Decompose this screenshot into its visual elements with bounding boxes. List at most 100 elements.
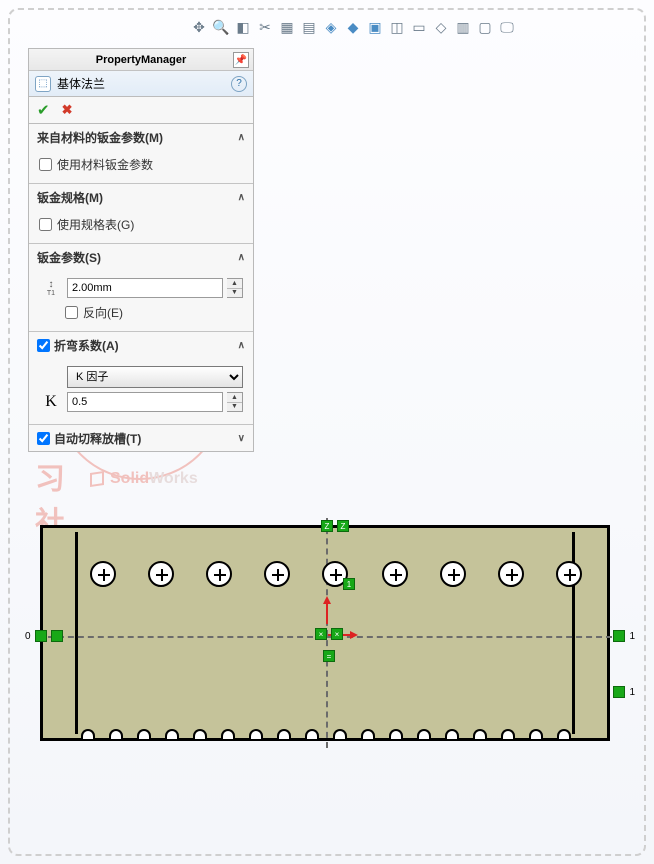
relation-marker[interactable]: 1 <box>343 578 355 590</box>
zoom-icon[interactable]: 🔍 <box>212 18 230 36</box>
relief-notch <box>445 729 459 739</box>
k-factor-spinner[interactable]: ▲▼ <box>227 392 243 412</box>
hole-icon <box>206 561 232 587</box>
relief-notch <box>109 729 123 739</box>
relation-marker[interactable] <box>51 630 63 642</box>
dim-label: 1 <box>629 631 635 642</box>
hole-icon <box>556 561 582 587</box>
section-gauge-title: 钣金规格(M) <box>37 189 103 206</box>
relief-notch <box>249 729 263 739</box>
pin-icon[interactable]: 📌 <box>233 52 249 68</box>
confirm-row: ✔ ✖ <box>29 97 253 124</box>
shaded-icon[interactable]: ◈ <box>322 18 340 36</box>
relief-notch <box>221 729 235 739</box>
section-material-title: 来自材料的钣金参数(M) <box>37 129 163 146</box>
chevron-up-icon: ∧ <box>238 132 245 143</box>
ok-button[interactable]: ✔ <box>37 101 50 119</box>
use-gauge-checkbox[interactable] <box>39 218 52 231</box>
monitor-icon[interactable]: 🖵 <box>498 18 516 36</box>
section-relief: 自动切释放槽(T) ∨ <box>29 425 253 451</box>
hidden-lines-icon[interactable]: ▤ <box>300 18 318 36</box>
relief-notch <box>557 729 571 739</box>
bend-enable-checkbox[interactable] <box>37 339 50 352</box>
use-gauge-checkbox-row[interactable]: 使用规格表(G) <box>39 214 243 235</box>
isometric-icon[interactable]: ◧ <box>234 18 252 36</box>
relief-notch <box>81 729 95 739</box>
cancel-button[interactable]: ✖ <box>62 102 73 118</box>
perspective-icon[interactable]: ▣ <box>366 18 384 36</box>
part-body: Z Z 1 × × = 0 1 1 <box>40 525 610 741</box>
section-gauge-header[interactable]: 钣金规格(M) ∧ <box>29 184 253 210</box>
reverse-label: 反向(E) <box>83 304 123 321</box>
k-factor-input[interactable] <box>67 392 223 412</box>
relief-enable-checkbox[interactable] <box>37 432 50 445</box>
scene-icon[interactable]: ◫ <box>388 18 406 36</box>
relief-notch <box>333 729 347 739</box>
relation-marker[interactable]: Z <box>321 520 333 532</box>
bend-method-select[interactable]: K 因子 <box>67 366 243 388</box>
base-flange-icon: ⬚ <box>35 76 51 92</box>
use-material-checkbox[interactable] <box>39 158 52 171</box>
use-material-checkbox-row[interactable]: 使用材料钣金参数 <box>39 154 243 175</box>
plane-icon[interactable]: ◇ <box>432 18 450 36</box>
render-icon[interactable]: ▥ <box>454 18 472 36</box>
help-icon[interactable]: ? <box>231 76 247 92</box>
section-material-header[interactable]: 来自材料的钣金参数(M) ∧ <box>29 124 253 150</box>
relation-marker[interactable] <box>613 630 625 642</box>
relief-notch <box>473 729 487 739</box>
section-material: 来自材料的钣金参数(M) ∧ 使用材料钣金参数 <box>29 124 253 184</box>
property-manager-title: PropertyManager <box>96 54 186 66</box>
view-toolbar: ✥ 🔍 ◧ ✂ ▦ ▤ ◈ ◆ ▣ ◫ ▭ ◇ ▥ ▢ 🖵 <box>190 18 516 36</box>
use-material-label: 使用材料钣金参数 <box>57 156 153 173</box>
reverse-checkbox[interactable] <box>65 306 78 319</box>
thickness-input[interactable] <box>67 278 223 298</box>
axis-icon[interactable]: ✥ <box>190 18 208 36</box>
relation-marker[interactable]: × <box>331 628 343 640</box>
relief-notch <box>361 729 375 739</box>
section-bend: 折弯系数(A) ∧ K 因子 K ▲▼ <box>29 332 253 425</box>
k-factor-row: K ▲▼ <box>39 392 243 412</box>
feature-title-row: ⬚ 基体法兰 ? <box>29 71 253 97</box>
relief-notch <box>277 729 291 739</box>
k-label: K <box>39 393 63 411</box>
camera-icon[interactable]: ▭ <box>410 18 428 36</box>
relation-marker[interactable] <box>35 630 47 642</box>
hole-icon <box>264 561 290 587</box>
use-gauge-label: 使用规格表(G) <box>57 216 134 233</box>
dim-label: 0 <box>25 631 31 642</box>
thickness-icon: ↕T1 <box>39 279 63 297</box>
section-params-title: 钣金参数(S) <box>37 249 101 266</box>
display-icon[interactable]: ▢ <box>476 18 494 36</box>
section-gauge: 钣金规格(M) ∧ 使用规格表(G) <box>29 184 253 244</box>
section-icon[interactable]: ✂ <box>256 18 274 36</box>
section-relief-title: 自动切释放槽(T) <box>54 430 141 447</box>
property-manager-panel: PropertyManager 📌 ⬚ 基体法兰 ? ✔ ✖ 来自材料的钣金参数… <box>28 48 254 452</box>
thickness-row: ↕T1 ▲▼ <box>39 278 243 298</box>
section-bend-header[interactable]: 折弯系数(A) ∧ <box>29 332 253 358</box>
relief-notch <box>165 729 179 739</box>
relief-notch <box>193 729 207 739</box>
thickness-spinner[interactable]: ▲▼ <box>227 278 243 298</box>
section-relief-header[interactable]: 自动切释放槽(T) ∨ <box>29 425 253 451</box>
sketch-preview[interactable]: Z Z 1 × × = 0 1 1 <box>40 525 610 750</box>
chevron-up-icon: ∧ <box>238 192 245 203</box>
section-params-header[interactable]: 钣金参数(S) ∧ <box>29 244 253 270</box>
reverse-checkbox-row[interactable]: 反向(E) <box>65 302 243 323</box>
chevron-down-icon: ∨ <box>238 433 245 444</box>
chevron-up-icon: ∧ <box>238 252 245 263</box>
section-params: 钣金参数(S) ∧ ↕T1 ▲▼ 反向(E) <box>29 244 253 332</box>
hole-icon <box>440 561 466 587</box>
relation-marker[interactable]: Z <box>337 520 349 532</box>
relation-marker[interactable]: × <box>315 628 327 640</box>
shaded-edges-icon[interactable]: ◆ <box>344 18 362 36</box>
relief-notch <box>529 729 543 739</box>
hole-icon <box>90 561 116 587</box>
feature-name: 基体法兰 <box>57 75 105 92</box>
hole-icon <box>498 561 524 587</box>
wireframe-icon[interactable]: ▦ <box>278 18 296 36</box>
property-manager-header: PropertyManager 📌 <box>29 49 253 71</box>
relief-notch <box>137 729 151 739</box>
section-bend-title: 折弯系数(A) <box>54 337 119 354</box>
relation-marker[interactable] <box>613 686 625 698</box>
relation-marker[interactable]: = <box>323 650 335 662</box>
